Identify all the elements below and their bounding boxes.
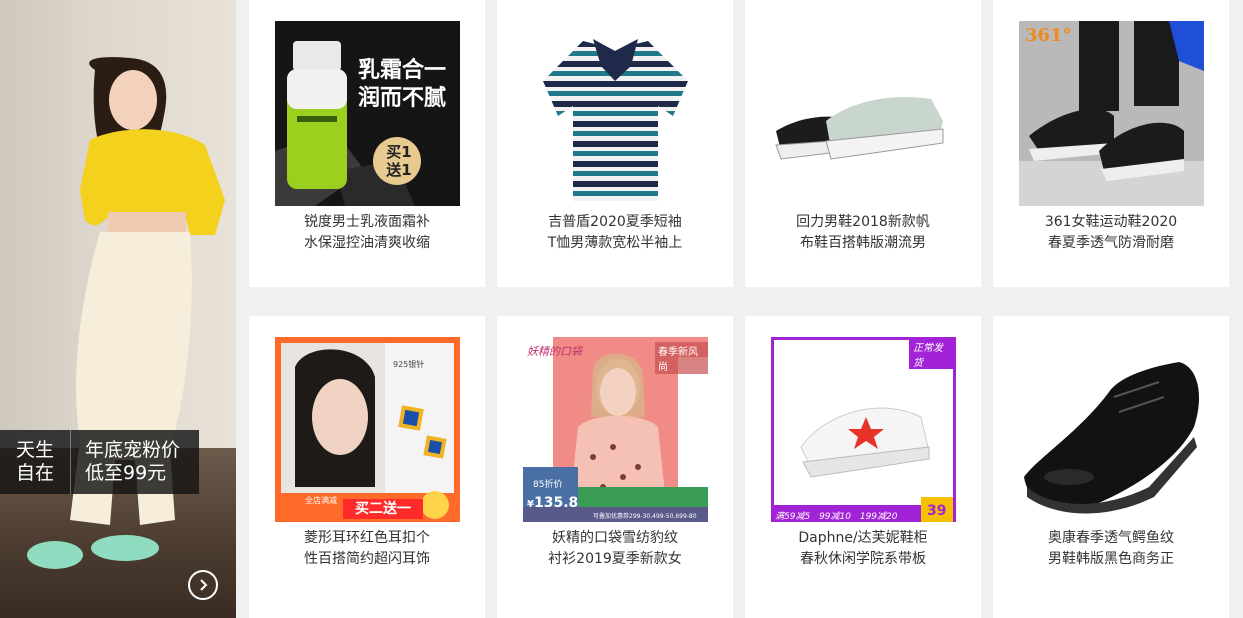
product-title[interactable]: 菱形耳环红色耳扣个 性百搭简约超闪耳饰 <box>269 528 465 570</box>
brand-logo: 361° <box>1025 25 1072 46</box>
image-tag: 正常发货 <box>909 339 956 369</box>
product-card[interactable]: 妖精的口袋 春季新风尚 85折价 ¥135.8 可叠加优惠券299-30,499… <box>497 316 733 618</box>
image-tag: 春季新风尚 <box>655 342 708 374</box>
image-caption-2: 润而不腻 <box>358 86 447 111</box>
model-photo <box>27 57 225 569</box>
product-image <box>523 21 708 206</box>
product-title[interactable]: 锐度男士乳液面霜补 水保湿控油清爽收缩 <box>269 212 465 254</box>
product-title[interactable]: Daphne/达芙妮鞋柜 春秋休闲学院系带板 <box>765 528 961 570</box>
product-title[interactable]: 回力男鞋2018新款帆 布鞋百搭韩版潮流男 <box>765 212 961 254</box>
product-card[interactable]: 361° 361女鞋运动鞋2020 春夏季透气防滑耐磨 <box>993 0 1229 287</box>
image-price: ¥135.8 <box>527 495 579 511</box>
badge-offer-line2: 低至99元 <box>85 462 167 484</box>
product-card[interactable]: 奥康春季透气鳄鱼纹 男鞋韩版黑色商务正 <box>993 316 1229 618</box>
product-title[interactable]: 奥康春季透气鳄鱼纹 男鞋韩版黑色商务正 <box>1013 528 1209 570</box>
badge-slogan-line2: 自在 <box>15 462 54 484</box>
image-promo-2: 99减10 <box>819 512 851 522</box>
image-price: 39 <box>927 503 947 519</box>
image-promo: 买二送一 <box>343 499 423 519</box>
promo-banner[interactable]: 天生 自在 年底宠粉价 低至99元 <box>0 0 236 618</box>
product-image: 乳霜合一 润而不腻 买1 送1 <box>275 21 460 206</box>
image-badge-1: 买1 <box>386 143 412 161</box>
image-brand: 妖精的口袋 <box>527 345 582 358</box>
image-store-note: 全店满减 <box>305 496 337 505</box>
product-image: 925银针 全店满减 买二送一 <box>275 337 460 522</box>
chevron-right-icon <box>200 579 208 591</box>
product-card[interactable]: 925银针 全店满减 买二送一 菱形耳环红色耳扣个 性百搭简约超闪耳饰 <box>249 316 485 618</box>
product-card[interactable]: 吉普盾2020夏季短袖 T恤男薄款宽松半袖上 <box>497 0 733 287</box>
image-discount: 85折价 <box>533 480 563 490</box>
product-title[interactable]: 361女鞋运动鞋2020 春夏季透气防滑耐磨 <box>1013 212 1209 254</box>
banner-next-button[interactable] <box>188 570 218 600</box>
product-image <box>771 21 956 206</box>
product-card[interactable]: 回力男鞋2018新款帆 布鞋百搭韩版潮流男 <box>745 0 981 287</box>
product-image: 妖精的口袋 春季新风尚 85折价 ¥135.8 可叠加优惠券299-30,499… <box>523 337 708 522</box>
product-image <box>1019 337 1204 522</box>
image-promo-1: 满59减5 <box>775 512 811 522</box>
image-promo-3: 199减20 <box>859 512 898 522</box>
badge-slogan-line1: 天生 <box>15 439 54 461</box>
image-caption-1: 乳霜合一 <box>358 58 447 83</box>
product-image: 正常发货 满59减5 99减10 199减20 39 <box>771 337 956 522</box>
product-card[interactable]: 乳霜合一 润而不腻 买1 送1 锐度男士乳液面霜补 水保湿控油清爽收缩 <box>249 0 485 287</box>
image-tag: 925银针 <box>393 360 425 369</box>
product-title[interactable]: 妖精的口袋雪纺豹纹 衬衫2019夏季新款女 <box>517 528 713 570</box>
image-coupon: 可叠加优惠券299-30,499-50,699-80 <box>593 513 697 520</box>
badge-offer-line1: 年底宠粉价 <box>85 439 181 461</box>
badge-slogan: 天生 自在 <box>0 430 71 494</box>
product-card[interactable]: 正常发货 满59减5 99减10 199减20 39 Daphne/达芙妮鞋柜 … <box>745 316 981 618</box>
badge-offer: 年底宠粉价 低至99元 <box>71 439 180 485</box>
promo-badge: 天生 自在 年底宠粉价 低至99元 <box>0 430 199 494</box>
image-badge-2: 送1 <box>386 161 412 179</box>
product-image: 361° <box>1019 21 1204 206</box>
product-title[interactable]: 吉普盾2020夏季短袖 T恤男薄款宽松半袖上 <box>517 212 713 254</box>
